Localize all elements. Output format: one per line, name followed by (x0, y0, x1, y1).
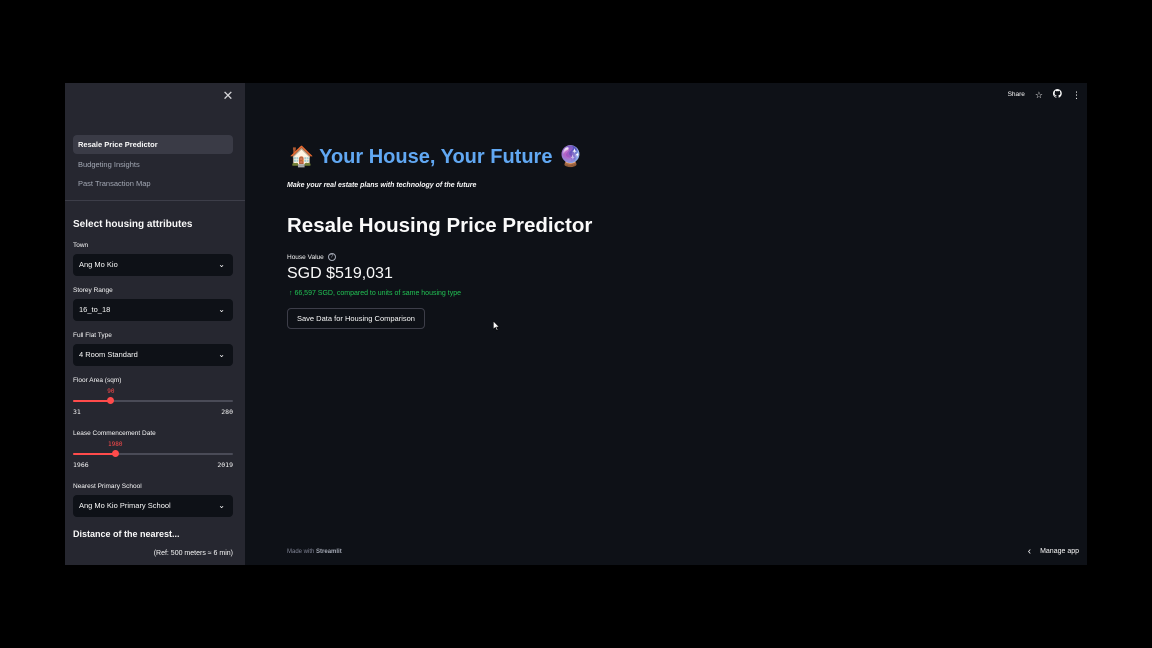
page-nav: Resale Price Predictor Budgeting Insight… (73, 135, 233, 194)
page-title: Resale Housing Price Predictor (287, 214, 593, 237)
manage-app-button[interactable]: ‹ Manage app (1028, 546, 1079, 557)
storey-label: Storey Range (73, 287, 113, 294)
made-with-streamlit[interactable]: Made with Streamlit (287, 549, 342, 555)
save-comparison-button[interactable]: Save Data for Housing Comparison (287, 308, 425, 329)
slider-fill (73, 453, 116, 455)
chevron-down-icon: ⌄ (218, 501, 225, 510)
share-button[interactable]: Share (1008, 89, 1025, 101)
mouse-cursor-icon (493, 321, 500, 331)
slider-thumb[interactable] (111, 450, 119, 457)
made-with-text: Made with (287, 549, 315, 555)
slider-fill (73, 400, 111, 402)
more-vertical-icon[interactable]: ⋮ (1072, 89, 1081, 101)
section-heading: Select housing attributes (73, 219, 193, 230)
slider-value: 90 (107, 388, 115, 395)
chevron-left-icon: ‹ (1027, 546, 1032, 557)
github-icon[interactable] (1052, 89, 1062, 101)
ref-note: (Ref: 500 meters ≈ 6 min) (153, 550, 233, 557)
flat-type-label: Full Flat Type (73, 332, 112, 339)
storey-select[interactable]: 16_to_18 ⌄ (73, 299, 233, 321)
distance-heading: Distance of the nearest... (73, 529, 180, 539)
slider-min: 1966 (73, 461, 89, 469)
floor-area-label: Floor Area (sqm) (73, 377, 122, 384)
lease-label: Lease Commencement Date (73, 430, 156, 437)
town-value: Ang Mo Kio (79, 260, 118, 269)
manage-app-label: Manage app (1040, 548, 1079, 555)
town-select[interactable]: Ang Mo Kio ⌄ (73, 254, 233, 276)
streamlit-brand: Streamlit (316, 549, 342, 555)
nav-item-resale-price-predictor[interactable]: Resale Price Predictor (73, 135, 233, 154)
sidebar: ✕ Resale Price Predictor Budgeting Insig… (65, 83, 245, 565)
slider-max: 2019 (217, 461, 233, 469)
town-label: Town (73, 242, 89, 249)
help-icon[interactable]: ? (327, 253, 336, 261)
top-toolbar: Share ☆ ⋮ (1008, 89, 1081, 101)
flat-type-value: 4 Room Standard (79, 350, 138, 359)
slider-min: 31 (73, 408, 81, 416)
star-icon[interactable]: ☆ (1035, 89, 1043, 101)
floor-area-slider[interactable]: 90 31 280 (73, 384, 233, 416)
slider-max: 280 (221, 408, 233, 416)
lease-slider[interactable]: 1980 1966 2019 (73, 437, 233, 469)
metric-value: SGD $519,031 (287, 265, 393, 282)
chevron-down-icon: ⌄ (218, 260, 225, 269)
storey-value: 16_to_18 (79, 305, 111, 314)
nav-item-budgeting-insights[interactable]: Budgeting Insights (73, 155, 233, 174)
slider-thumb[interactable] (107, 397, 115, 404)
metric-label-text: House Value (287, 253, 324, 261)
app-window: ✕ Resale Price Predictor Budgeting Insig… (65, 83, 1087, 565)
close-icon[interactable]: ✕ (221, 89, 235, 103)
flat-type-select[interactable]: 4 Room Standard ⌄ (73, 344, 233, 366)
subtitle: Make your real estate plans with technol… (287, 182, 477, 189)
nav-item-past-transaction-map[interactable]: Past Transaction Map (73, 174, 233, 193)
nav-divider (65, 200, 245, 201)
school-select[interactable]: Ang Mo Kio Primary School ⌄ (73, 495, 233, 517)
metric-label: House Value ? (287, 253, 336, 261)
hero-title: 🏠 Your House, Your Future 🔮 (289, 146, 583, 168)
school-value: Ang Mo Kio Primary School (79, 501, 171, 510)
chevron-down-icon: ⌄ (218, 305, 225, 314)
chevron-down-icon: ⌄ (218, 350, 225, 359)
slider-value: 1980 (108, 441, 123, 448)
main-content: Share ☆ ⋮ 🏠 Your House, Your Future 🔮 Ma… (245, 83, 1087, 565)
metric-delta: ↑ 66,597 SGD, compared to units of same … (289, 290, 461, 297)
school-label: Nearest Primary School (73, 483, 142, 490)
